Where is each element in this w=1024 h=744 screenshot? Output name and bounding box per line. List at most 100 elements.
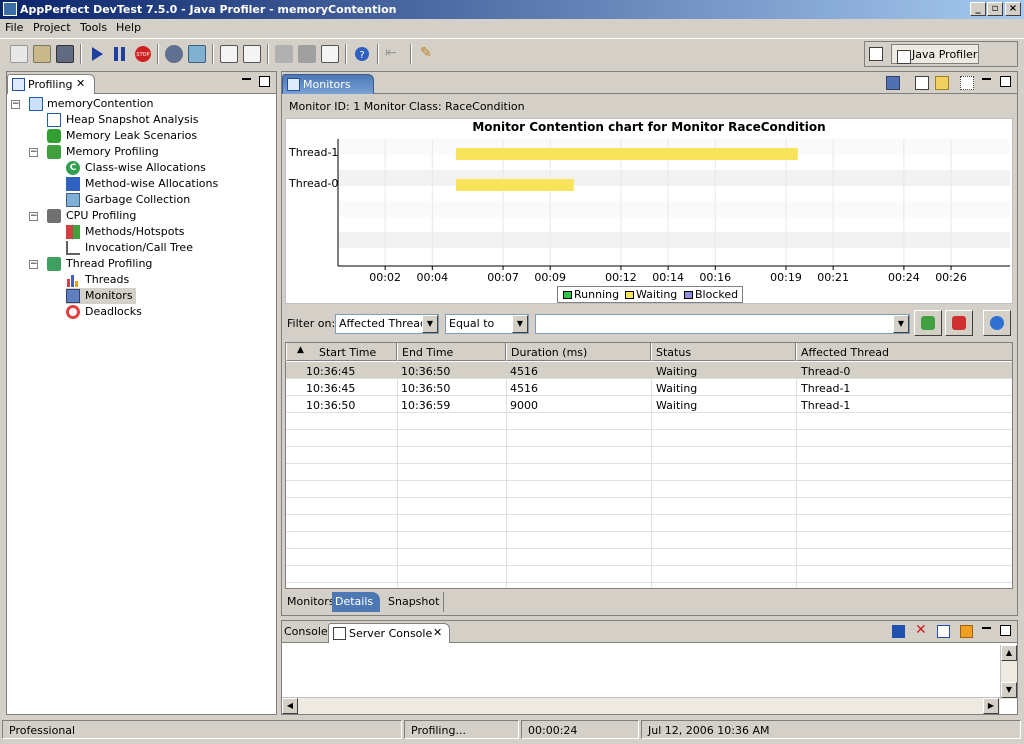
tab-details-page[interactable]: Details [332,592,380,612]
refresh-icon [990,316,1004,330]
tree-label: Memory Profiling [66,145,159,158]
minimize-view-icon[interactable] [982,78,991,80]
table-row[interactable]: 10:36:45 10:36:50 4516 Waiting Thread-0 [286,362,1012,379]
tab-monitors[interactable]: Monitors [282,74,374,94]
report-icon[interactable] [298,45,316,63]
tab-label: Details [335,595,374,608]
minimize-window-button[interactable]: _ [970,2,986,16]
gc-run-icon[interactable] [188,45,206,63]
properties-icon[interactable] [243,45,261,63]
collapse-icon[interactable]: − [29,148,38,157]
table-cell: Thread-0 [801,365,851,378]
table-cell: Thread-1 [801,382,851,395]
tree-label: Methods/Hotspots [85,225,185,238]
clear-log-icon[interactable]: ✕ [915,622,927,638]
snapshot-icon[interactable] [165,45,183,63]
java-profiler-perspective-button[interactable]: Java Profiler [891,44,979,64]
filter-field-select[interactable]: Affected Thread ▼ [335,314,439,334]
minimize-view-icon[interactable] [982,627,991,629]
empty-row [286,447,1012,464]
window-title-bar: AppPerfect DevTest 7.5.0 - Java Profiler… [0,0,1024,19]
maximize-view-icon[interactable] [1000,625,1011,636]
filter-operator-select[interactable]: Equal to ▼ [445,314,529,334]
save-icon[interactable] [56,45,74,63]
open-perspective-icon[interactable] [869,47,883,61]
tab-server-console[interactable]: Server Console ✕ [328,623,450,643]
tab-profiling[interactable]: Profiling ✕ [7,74,95,94]
heap-icon [47,113,61,127]
stop-icon[interactable]: STOP [134,45,152,63]
add-filter-button[interactable] [914,310,942,336]
help-icon[interactable]: ? [353,45,371,63]
back-icon[interactable]: ⇤ [385,45,403,63]
pencil-icon[interactable]: ✎ [420,45,438,63]
window-title: AppPerfect DevTest 7.5.0 - Java Profiler… [20,3,397,16]
close-window-button[interactable]: × [1005,2,1021,16]
tab-snapshot-page[interactable]: Snapshot [385,592,445,612]
toolbar-separator [80,44,82,64]
tree-label: memoryContention [47,97,154,110]
tree-node-monitors[interactable]: Monitors [66,288,136,304]
menu-help[interactable]: Help [116,21,141,34]
close-icon[interactable]: ✕ [433,626,442,639]
copy-log-icon[interactable] [960,625,973,638]
column-label: Affected Thread [801,346,889,359]
console-horizontal-scrollbar[interactable]: ◀ ▶ [282,697,1000,714]
column-header-end-time[interactable]: End Time [397,343,506,361]
collapse-icon[interactable]: − [11,100,20,109]
scroll-left-icon[interactable]: ◀ [282,698,298,714]
scroll-up-icon[interactable]: ▲ [1001,645,1017,661]
open-icon[interactable] [33,45,51,63]
hotspot-icon [66,225,80,239]
column-header-start-time[interactable]: ▲ Start Time [286,343,397,361]
filter-value-input[interactable]: ▼ [535,314,910,334]
table-cell: 4516 [510,382,538,395]
new-icon[interactable] [10,45,28,63]
edit-icon[interactable] [220,45,238,63]
column-label: Status [656,346,692,359]
table-cell: 4516 [510,365,538,378]
grid-view-icon[interactable] [960,76,974,90]
report-view-icon[interactable] [915,76,929,90]
chart-tick-label: 00:07 [487,271,519,284]
console-vertical-scrollbar[interactable]: ▲ ▼ [1000,645,1017,699]
remove-filter-button[interactable] [945,310,973,336]
save-log-icon[interactable] [892,625,905,638]
pause-icon[interactable] [111,45,129,63]
table-row[interactable]: 10:36:50 10:36:59 9000 Waiting Thread-1 [286,396,1012,413]
notes-icon[interactable] [935,76,949,90]
column-header-duration[interactable]: Duration (ms) [506,343,651,361]
checklist-icon[interactable] [321,45,339,63]
scroll-right-icon[interactable]: ▶ [983,698,999,714]
column-label: End Time [402,346,454,359]
thread-icon [47,257,61,271]
menu-bar: File Project Tools Help [0,19,1024,37]
collapse-icon[interactable]: − [29,212,38,221]
tab-monitors-page[interactable]: Monitors [284,592,339,612]
maximize-view-icon[interactable] [259,76,270,87]
column-header-status[interactable]: Status [651,343,796,361]
table-row[interactable]: 10:36:45 10:36:50 4516 Waiting Thread-1 [286,379,1012,396]
column-label: Duration (ms) [511,346,588,359]
menu-tools[interactable]: Tools [80,21,107,34]
refresh-button[interactable] [983,310,1011,336]
column-header-affected-thread[interactable]: Affected Thread [796,343,1012,361]
minimize-view-icon[interactable] [242,78,251,80]
scroll-down-icon[interactable]: ▼ [1001,682,1017,698]
tab-console[interactable]: Console [284,625,328,638]
export-icon[interactable] [275,45,293,63]
restore-window-button[interactable]: ▫ [987,2,1003,16]
close-icon[interactable]: ✕ [76,77,85,90]
collapse-icon[interactable]: − [29,260,38,269]
chart-tick-label: 00:14 [652,271,684,284]
export-data-icon[interactable] [886,76,900,90]
tree-label: Deadlocks [85,305,142,318]
maximize-view-icon[interactable] [1000,76,1011,87]
menu-project[interactable]: Project [33,21,71,34]
new-console-icon[interactable] [937,625,950,638]
status-state: Profiling... [404,720,519,739]
menu-file[interactable]: File [5,21,23,34]
run-icon[interactable] [88,45,106,63]
profiling-tab-label: Profiling [28,78,73,91]
tree-label: Method-wise Allocations [85,177,219,190]
